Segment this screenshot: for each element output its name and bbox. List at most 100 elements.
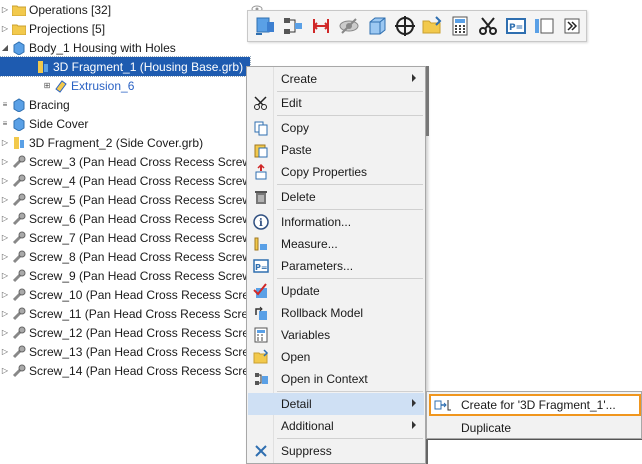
expand-icon[interactable]: ▷	[0, 309, 10, 318]
expand-icon[interactable]: ▷	[0, 157, 10, 166]
menu-item-information[interactable]: i Information...	[248, 211, 424, 233]
trash-icon	[248, 186, 274, 208]
tree-item-screw[interactable]: ▷ Screw_11 (Pan Head Cross Recess Screw	[0, 304, 250, 323]
tree-item-label: Screw_12 (Pan Head Cross Recess Screw	[29, 325, 250, 340]
submenu-arrow-icon	[412, 421, 416, 429]
tree-item-screw[interactable]: ▷ Screw_5 (Pan Head Cross Recess Screw I	[0, 190, 250, 209]
tree-item-bracing[interactable]: ≡ Bracing	[0, 95, 250, 114]
tree-item-label: Screw_11 (Pan Head Cross Recess Screw	[29, 306, 250, 321]
tree-item-screw[interactable]: ▷ Screw_14 (Pan Head Cross Recess Screw	[0, 361, 250, 380]
tree-item-screw[interactable]: ▷ Screw_13 (Pan Head Cross Recess Screw	[0, 342, 250, 361]
create-detail-icon	[429, 398, 457, 412]
screw-icon	[12, 174, 26, 188]
fragment-icon	[36, 60, 50, 74]
menu-item-suppress[interactable]: Suppress	[248, 440, 424, 462]
dimension-arrows-icon[interactable]	[308, 12, 335, 40]
expand-icon[interactable]: ⊞	[42, 81, 52, 90]
tree-item-screw[interactable]: ▷ Screw_8 (Pan Head Cross Recess Screw I	[0, 247, 250, 266]
parameters-icon: P=	[248, 255, 274, 277]
expand-icon[interactable]: ▷	[0, 214, 10, 223]
tree-item-extrusion-6[interactable]: ⊞ Extrusion_6	[0, 76, 250, 95]
menu-item-open-in-context[interactable]: Open in Context	[248, 368, 424, 390]
svg-text:P=: P=	[509, 23, 523, 33]
expand-icon[interactable]: ▷	[0, 328, 10, 337]
folder-icon	[12, 3, 26, 17]
tree-item-3d-fragment-2[interactable]: ▷ 3D Fragment_2 (Side Cover.grb)	[0, 133, 250, 152]
submenu-item-duplicate[interactable]: Duplicate	[429, 417, 641, 439]
parameters-icon[interactable]: P=	[502, 12, 529, 40]
menu-item-additional[interactable]: Additional	[248, 415, 424, 437]
tree-item-screw[interactable]: ▷ Screw_12 (Pan Head Cross Recess Screw	[0, 323, 250, 342]
copy-properties-icon	[248, 161, 274, 183]
suppress-icon	[248, 440, 274, 462]
rollback-icon	[248, 302, 274, 324]
expand-icon[interactable]: ▷	[0, 24, 10, 33]
tree-item-projections[interactable]: ▷ Projections [5]	[0, 19, 250, 38]
tree-item-label: Side Cover	[29, 116, 89, 131]
menu-item-parameters[interactable]: P= Parameters...	[248, 255, 424, 277]
menu-item-update[interactable]: Update	[248, 280, 424, 302]
tree-item-label: Body_1 Housing with Holes	[29, 40, 176, 55]
tree-item-label: Screw_3 (Pan Head Cross Recess Screw I	[29, 154, 250, 169]
tree-item-label: Screw_7 (Pan Head Cross Recess Screw I	[29, 230, 250, 245]
menu-scrollbar[interactable]	[426, 66, 429, 136]
open-folder-icon[interactable]	[419, 12, 446, 40]
tree-item-operations[interactable]: ▷ Operations [32]	[0, 0, 250, 19]
crosshair-icon[interactable]	[391, 12, 418, 40]
menu-item-variables[interactable]: Variables	[248, 324, 424, 346]
screw-icon	[12, 269, 26, 283]
overflow-icon[interactable]	[558, 12, 585, 40]
tree-item-body-1[interactable]: ◢ Body_1 Housing with Holes	[0, 38, 250, 57]
rectangle-icon[interactable]	[530, 12, 557, 40]
menu-item-copy-properties[interactable]: Copy Properties	[248, 161, 424, 183]
cube-assembly-icon[interactable]	[252, 12, 279, 40]
info-icon: i	[248, 211, 274, 233]
menu-item-edit[interactable]: Edit	[248, 92, 424, 114]
tree-item-screw[interactable]: ▷ Screw_7 (Pan Head Cross Recess Screw I	[0, 228, 250, 247]
tree-item-screw[interactable]: ▷ Screw_4 (Pan Head Cross Recess Screw I	[0, 171, 250, 190]
menu-item-paste[interactable]: Paste	[248, 139, 424, 161]
measure-icon	[248, 233, 274, 255]
menu-item-open[interactable]: Open	[248, 346, 424, 368]
submenu-item-create-for-fragment[interactable]: Create for '3D Fragment_1'...	[429, 394, 641, 416]
node-tree-icon[interactable]	[280, 12, 307, 40]
menu-item-rollback-model[interactable]: Rollback Model	[248, 302, 424, 324]
scissors-icon[interactable]	[475, 12, 502, 40]
expand-icon[interactable]: ▷	[0, 5, 10, 14]
menu-item-detail[interactable]: Detail	[248, 393, 424, 415]
fragment-icon	[12, 136, 26, 150]
tree-item-label: Screw_8 (Pan Head Cross Recess Screw I	[29, 249, 250, 264]
submenu-arrow-icon	[412, 74, 416, 82]
menu-item-measure[interactable]: Measure...	[248, 233, 424, 255]
tree-item-screw[interactable]: ▷ Screw_10 (Pan Head Cross Recess Screw	[0, 285, 250, 304]
expand-icon[interactable]: ▷	[0, 366, 10, 375]
tree-item-3d-fragment-1[interactable]: 3D Fragment_1 (Housing Base.grb)	[0, 56, 251, 77]
tree-item-screw[interactable]: ▷ Screw_3 (Pan Head Cross Recess Screw I	[0, 152, 250, 171]
body-icon	[12, 116, 26, 131]
expand-icon[interactable]: ▷	[0, 176, 10, 185]
calculator-icon[interactable]	[447, 12, 474, 40]
cube-icon[interactable]	[363, 12, 390, 40]
expand-icon[interactable]: ▷	[0, 347, 10, 356]
tree-item-side-cover[interactable]: ≡ Side Cover	[0, 114, 250, 133]
expand-icon[interactable]: ▷	[0, 233, 10, 242]
model-tree: ▷ Operations [32] ▷ Projections [5] ◢ Bo…	[0, 0, 251, 464]
tree-item-label: Projections [5]	[29, 21, 106, 36]
expand-icon[interactable]: ▷	[0, 138, 10, 147]
expand-icon[interactable]: ▷	[0, 290, 10, 299]
collapse-icon[interactable]: ◢	[0, 43, 10, 52]
update-icon	[248, 280, 274, 302]
copy-icon	[248, 117, 274, 139]
expand-icon[interactable]: ▷	[0, 252, 10, 261]
menu-item-delete[interactable]: Delete	[248, 186, 424, 208]
menu-item-copy[interactable]: Copy	[248, 117, 424, 139]
tree-item-screw[interactable]: ▷ Screw_9 (Pan Head Cross Recess Screw I	[0, 266, 250, 285]
folder-icon	[12, 22, 26, 36]
menu-item-create[interactable]: Create	[248, 68, 424, 90]
expand-icon[interactable]: ▷	[0, 195, 10, 204]
hide-eye-icon[interactable]	[335, 12, 362, 40]
expand-icon[interactable]: ▷	[0, 271, 10, 280]
tree-item-label: Screw_5 (Pan Head Cross Recess Screw I	[29, 192, 250, 207]
detail-submenu: Create for '3D Fragment_1'... Duplicate	[426, 391, 642, 439]
tree-item-screw[interactable]: ▷ Screw_6 (Pan Head Cross Recess Screw I	[0, 209, 250, 228]
